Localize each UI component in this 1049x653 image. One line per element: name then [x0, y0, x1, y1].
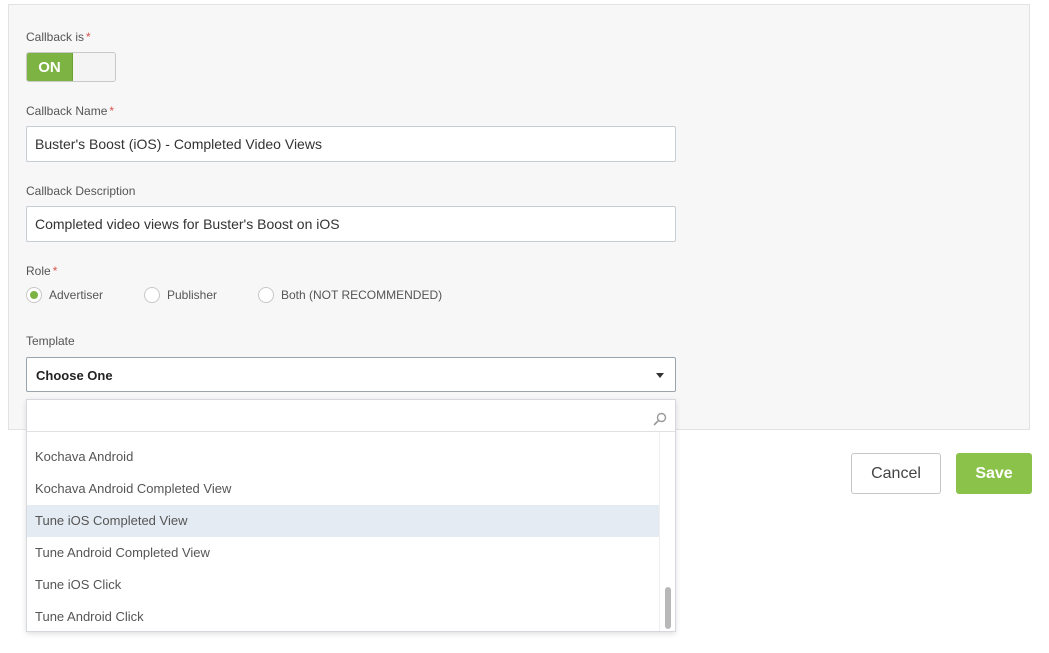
required-mark: * [52, 264, 58, 278]
template-option[interactable]: Kochava Android [27, 441, 661, 473]
cancel-button[interactable]: Cancel [851, 453, 941, 494]
template-search-input[interactable] [27, 400, 675, 432]
required-mark: * [109, 104, 115, 118]
template-option[interactable]: Kochava Android Completed View [27, 473, 661, 505]
callback-toggle[interactable]: ON [26, 52, 116, 82]
save-button[interactable]: Save [956, 453, 1032, 494]
template-option[interactable]: Tune Android Completed View [27, 537, 661, 569]
required-mark: * [86, 30, 91, 44]
role-label-text: Role [26, 264, 51, 278]
chevron-down-icon [656, 373, 664, 378]
role-option-label: Advertiser [49, 288, 104, 302]
role-radio-advertiser[interactable]: Advertiser [26, 287, 103, 303]
role-option-label: Publisher [167, 288, 218, 302]
role-radio-both[interactable]: Both (NOT RECOMMENDED) [258, 287, 442, 303]
callback-description-input[interactable] [26, 206, 676, 242]
template-label: Template [26, 334, 75, 348]
radio-unchecked-icon [144, 287, 160, 303]
template-option[interactable]: Tune Android Click [27, 601, 661, 633]
callback-toggle-label-text: Callback is [26, 30, 85, 44]
callback-name-input[interactable] [26, 126, 676, 162]
radio-checked-icon [26, 287, 42, 303]
role-option-label: Both (NOT RECOMMENDED) [281, 288, 443, 302]
template-option[interactable]: Tune iOS Click [27, 569, 661, 601]
radio-unchecked-icon [258, 287, 274, 303]
dropdown-scrollbar-thumb[interactable] [665, 587, 671, 629]
template-option-highlighted[interactable]: Tune iOS Completed View [27, 505, 661, 537]
callback-name-label: Callback Name * [26, 104, 114, 118]
callback-description-label: Callback Description [26, 184, 136, 198]
role-radio-publisher[interactable]: Publisher [144, 287, 217, 303]
toggle-on-label: ON [27, 53, 73, 81]
role-label: Role * [26, 264, 57, 278]
template-selected-value: Choose One [36, 368, 113, 383]
callback-toggle-label: Callback is * [26, 30, 91, 44]
callback-name-label-text: Callback Name [26, 104, 108, 118]
template-select[interactable]: Choose One [26, 357, 676, 392]
search-icon [653, 412, 667, 426]
template-dropdown: Kochava Android Kochava Android Complete… [26, 399, 676, 632]
